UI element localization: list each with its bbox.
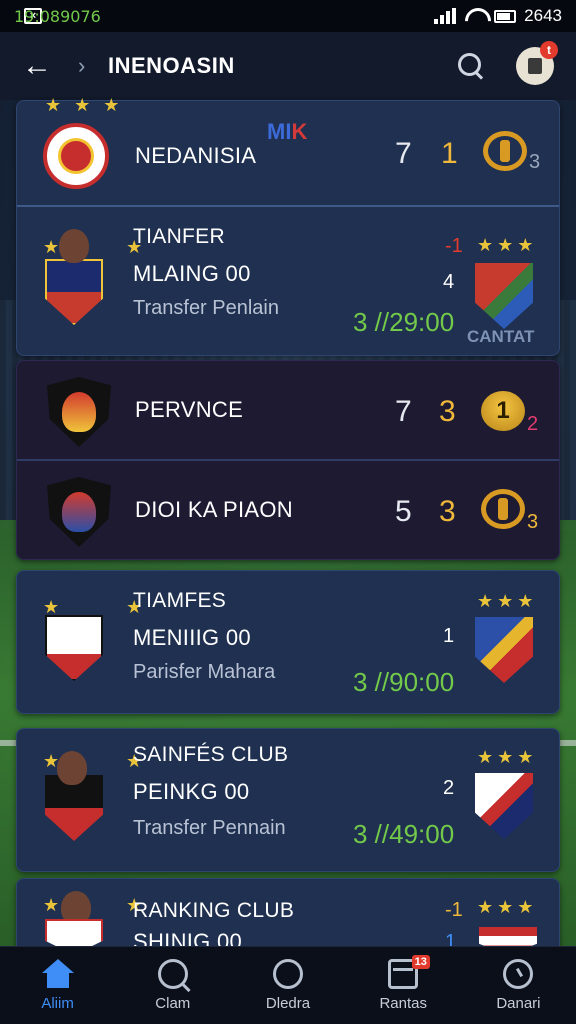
club-crest: [47, 477, 111, 547]
wifi-icon: [464, 8, 486, 24]
nav-label: Aliim: [41, 995, 74, 1012]
star-rating: ★★★: [477, 747, 538, 767]
back-arrow-icon[interactable]: ←: [22, 49, 62, 83]
app-header: ← › INENOASIN t: [0, 32, 576, 100]
list-item[interactable]: ★ ★ ★ MIK NEDANISIA 7 1 3 ★ ★ TIANFER ML…: [16, 95, 560, 356]
circle-icon: [273, 959, 303, 989]
watermark-logo: MIK: [267, 119, 307, 145]
list-item[interactable]: ★ ★ SAINFÉS CLUB PEINKG 00 Transfer Penn…: [16, 728, 560, 872]
transfer-time: 3 //29:00: [353, 307, 455, 337]
avatar[interactable]: t: [516, 41, 558, 85]
page-title: INENOASIN: [108, 53, 235, 78]
bottom-nav: Aliim Clam Dledra 13 Rantas Danari: [0, 946, 576, 1024]
list-item[interactable]: ★ ★ RANKING CLUB SHINIG 00 -1 1 ★★★: [16, 878, 560, 955]
card-subtitle: Transfer Pennain: [133, 817, 286, 839]
club-name: MENIIIG 00: [133, 625, 251, 650]
card-caption: RANKING CLUB: [133, 899, 295, 922]
nav-label: Dledra: [265, 995, 311, 1012]
home-icon: [41, 959, 74, 989]
rank-number: 3: [527, 511, 539, 533]
nav-item-rankings[interactable]: 13 Rantas: [346, 947, 461, 1024]
club-name: NEDANISIA: [135, 143, 257, 168]
status-time: 19:089076: [14, 6, 101, 26]
crest-caption: CANTAT: [467, 327, 535, 346]
star-rating: ★ ★ ★: [45, 95, 124, 115]
nav-label: Danari: [496, 995, 541, 1012]
nav-item-home[interactable]: Aliim: [0, 947, 115, 1024]
score-secondary: 3: [439, 495, 456, 528]
signal-icon: [434, 8, 457, 24]
watermark-text-b: K: [291, 119, 308, 144]
watermark-text-a: MI: [267, 119, 292, 144]
player-avatar: [57, 751, 87, 785]
nav-label: Clam: [155, 995, 191, 1012]
lock-icon: [528, 58, 542, 74]
nav-item-clock[interactable]: Danari: [461, 947, 576, 1024]
card-caption: SAINFÉS CLUB: [133, 743, 289, 766]
transfer-time: 3 //49:00: [353, 819, 455, 849]
club-crest: [475, 617, 533, 683]
score-primary: 7: [395, 137, 412, 170]
trophy-icon: [483, 131, 527, 171]
club-name: DIOI KA PIAON: [135, 497, 293, 522]
rank-number: 2: [527, 413, 539, 435]
nav-label: Rantas: [379, 995, 427, 1012]
club-name: PEINKG 00: [133, 779, 250, 804]
clock-icon: [503, 959, 534, 989]
position-number: 2: [443, 777, 455, 799]
player-avatar: [59, 229, 89, 263]
star-rating: ★★★: [477, 591, 538, 611]
club-name: MLAING 00: [133, 261, 251, 286]
star-rating: ★★★: [477, 897, 538, 917]
card-caption: TIANFER: [133, 225, 225, 248]
divider: [17, 205, 559, 207]
club-crest: [45, 615, 103, 681]
card-subtitle: Parisfer Mahara: [133, 661, 276, 683]
trophy-icon: [481, 489, 525, 529]
card-subtitle: Transfer Penlain: [133, 297, 279, 319]
status-right: 2643: [434, 6, 562, 26]
notification-badge: t: [540, 41, 558, 59]
search-icon: [157, 959, 188, 989]
nav-item-circle[interactable]: Dledra: [230, 947, 345, 1024]
score-primary: 7: [395, 395, 412, 428]
search-icon[interactable]: [456, 51, 486, 81]
club-crest: [45, 259, 103, 325]
rank-change: -1: [445, 235, 463, 257]
rank-number: 3: [529, 151, 541, 173]
list-item[interactable]: ★ ★ TIAMFES MENIIIG 00 Parisfer Mahara 1…: [16, 570, 560, 714]
club-crest: [47, 377, 111, 447]
position-number: 1: [443, 625, 455, 647]
star-rating: ★ ★: [43, 597, 147, 617]
star-rating: ★★★: [477, 235, 538, 255]
rank-change: -1: [445, 899, 463, 921]
divider: [17, 459, 559, 461]
battery-icon: [494, 9, 517, 23]
club-crest: [475, 263, 533, 329]
chevron-right-icon: ›: [78, 53, 86, 78]
score-primary: 5: [395, 495, 412, 528]
position-number: 4: [443, 271, 455, 293]
card-caption: TIAMFES: [133, 589, 227, 612]
club-crest: [475, 773, 533, 839]
club-name: PERVNCE: [135, 397, 244, 422]
medal-number: 1: [496, 397, 510, 424]
nav-item-search[interactable]: Clam: [115, 947, 230, 1024]
transfer-time: 3 //90:00: [353, 667, 455, 697]
score-secondary: 1: [441, 137, 458, 170]
gold-medal-icon: 1: [481, 391, 525, 431]
nav-badge: 13: [411, 955, 430, 969]
star-rating: ★ ★: [43, 895, 147, 915]
club-crest: [43, 123, 109, 189]
status-bar: 19:089076 × 2643: [0, 0, 576, 32]
status-right-text: 2643: [524, 6, 562, 25]
list-item[interactable]: PERVNCE 7 3 1 2 DIOI KA PIAON 5 3 3: [16, 360, 560, 560]
score-secondary: 3: [439, 395, 456, 428]
